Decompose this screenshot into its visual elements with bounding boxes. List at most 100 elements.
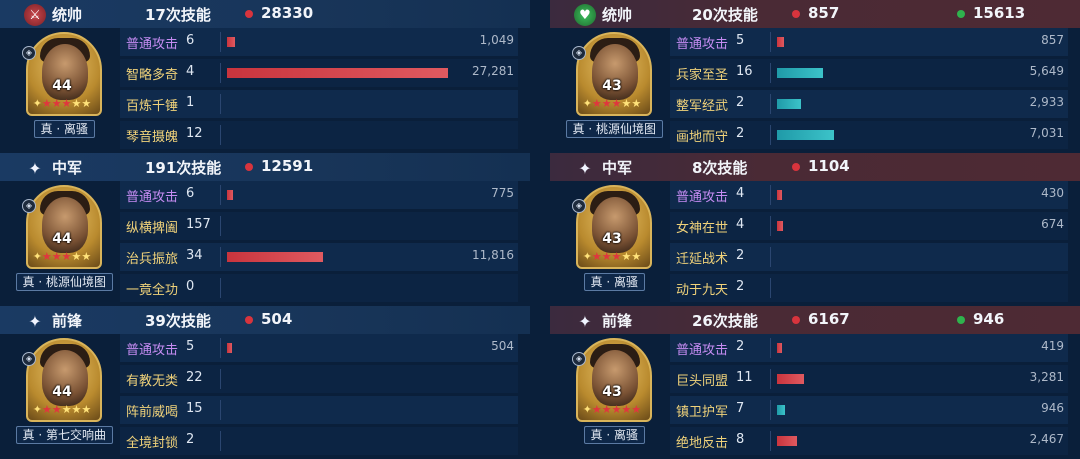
section-header: ⚔ 统帅 17次技能 28330 — [0, 0, 530, 28]
skill-row[interactable]: 普通攻击 6 1,049 — [120, 28, 518, 56]
general-portrait[interactable]: ◈ 43 ✦★★★★★ — [572, 185, 652, 269]
skill-name: 普通攻击 — [126, 343, 179, 358]
general-level: 44 — [52, 384, 72, 400]
skill-row[interactable]: 迁延战术 2 — [670, 243, 1068, 271]
skill-count: 8次技能 — [692, 159, 748, 177]
damage-bar — [227, 190, 233, 200]
skill-value: 430 — [1041, 186, 1064, 200]
skill-value: 775 — [491, 186, 514, 200]
damage-bar — [227, 68, 448, 78]
divider — [770, 431, 771, 451]
divider — [220, 278, 221, 298]
troop-type-icon: ◈ — [572, 46, 586, 60]
skill-uses: 11 — [736, 370, 753, 385]
divider — [770, 338, 771, 358]
team-section: ⚔ 统帅 17次技能 28330 ◈ 44 ✦★★★★★ 真 · 离骚 普通攻击 6 1,049 智略… — [0, 0, 530, 153]
skill-uses: 4 — [736, 217, 745, 232]
section-body: ◈ 43 ✦★★★★★ 真 · 桃源仙境图 普通攻击 5 857 兵家至圣 16 5,649 整军经… — [550, 28, 1080, 153]
damage-total: 12591 — [261, 157, 314, 175]
divider — [220, 32, 221, 52]
general-portrait[interactable]: ◈ 43 ✦★★★★★ — [572, 32, 652, 116]
damage-dot-icon — [792, 10, 800, 18]
skill-count: 26次技能 — [692, 312, 758, 330]
section-header: ✦ 中军 8次技能 1104 — [550, 153, 1080, 181]
skill-uses: 157 — [186, 217, 211, 232]
skill-name: 兵家至圣 — [676, 68, 729, 83]
skill-row[interactable]: 整军经武 2 2,933 — [670, 90, 1068, 118]
skill-list: 普通攻击 6 775 纵横捭阖 157 治兵振旅 34 11,816 一竟全功 0 — [120, 181, 520, 306]
role-label: 前锋 — [602, 312, 633, 330]
skill-value: 3,281 — [1029, 370, 1064, 384]
role-label: 前锋 — [52, 312, 83, 330]
section-header: ✦ 前锋 26次技能 6167 946 — [550, 306, 1080, 334]
damage-total: 28330 — [261, 4, 314, 22]
skill-name: 阵前威喝 — [126, 405, 179, 420]
heal-dot-icon — [957, 10, 965, 18]
skill-uses: 5 — [186, 339, 195, 354]
skill-row[interactable]: 女神在世 4 674 — [670, 212, 1068, 240]
divider — [770, 125, 771, 145]
general-portrait[interactable]: ◈ 44 ✦★★★★★ — [22, 32, 102, 116]
troop-type-icon: ◈ — [572, 199, 586, 213]
damage-bar — [777, 37, 784, 47]
skill-row[interactable]: 百炼千锤 1 — [120, 90, 518, 118]
skill-row[interactable]: 治兵振旅 34 11,816 — [120, 243, 518, 271]
role-label: 统帅 — [602, 6, 633, 24]
skill-uses: 0 — [186, 279, 195, 294]
section-header: ♥ 统帅 20次技能 857 15613 — [550, 0, 1080, 28]
skill-row[interactable]: 有教无类 22 — [120, 365, 518, 393]
damage-total: 1104 — [808, 157, 850, 175]
divider — [220, 338, 221, 358]
damage-bar — [777, 190, 782, 200]
skill-row[interactable]: 普通攻击 5 857 — [670, 28, 1068, 56]
skill-row[interactable]: 全境封锁 2 — [120, 427, 518, 455]
skill-row[interactable]: 普通攻击 5 504 — [120, 334, 518, 362]
damage-dot-icon — [245, 316, 253, 324]
skill-name: 迁延战术 — [676, 252, 729, 267]
damage-total: 857 — [808, 4, 840, 22]
heal-total: 15613 — [973, 4, 1026, 22]
season-tag: 真 · 离骚 — [583, 426, 645, 444]
skill-row[interactable]: 画地而守 2 7,031 — [670, 121, 1068, 149]
skill-count: 39次技能 — [145, 312, 211, 330]
skill-row[interactable]: 普通攻击 2 419 — [670, 334, 1068, 362]
skill-row[interactable]: 智略多奇 4 27,281 — [120, 59, 518, 87]
skill-row[interactable]: 绝地反击 8 2,467 — [670, 427, 1068, 455]
skill-value: 2,933 — [1029, 95, 1064, 109]
general-portrait[interactable]: ◈ 43 ✦★★★★★ — [572, 338, 652, 422]
skill-uses: 7 — [736, 401, 745, 416]
skill-row[interactable]: 动于九天 2 — [670, 274, 1068, 302]
skill-row[interactable]: 巨头同盟 11 3,281 — [670, 365, 1068, 393]
sword-emblem-icon: ⚔ — [24, 4, 46, 26]
section-header: ✦ 中军 191次技能 12591 — [0, 153, 530, 181]
season-tag: 真 · 离骚 — [33, 120, 95, 138]
skill-row[interactable]: 普通攻击 4 430 — [670, 181, 1068, 209]
team-section: ✦ 前锋 26次技能 6167 946 ◈ 43 ✦★★★★★ 真 · 离骚 普通攻击 2 419 巨头… — [550, 306, 1080, 459]
general-portrait[interactable]: ◈ 44 ✦★★★★★ — [22, 338, 102, 422]
skill-value: 5,649 — [1029, 64, 1064, 78]
skill-row[interactable]: 阵前威喝 15 — [120, 396, 518, 424]
skill-row[interactable]: 琴音摄魄 12 — [120, 121, 518, 149]
skill-uses: 6 — [186, 33, 195, 48]
skill-row[interactable]: 兵家至圣 16 5,649 — [670, 59, 1068, 87]
section-header: ✦ 前锋 39次技能 504 — [0, 306, 530, 334]
skill-row[interactable]: 镇卫护军 7 946 — [670, 396, 1068, 424]
skill-row[interactable]: 纵横捭阖 157 — [120, 212, 518, 240]
role-label: 中军 — [602, 159, 633, 177]
divider — [220, 63, 221, 83]
section-body: ◈ 44 ✦★★★★★ 真 · 离骚 普通攻击 6 1,049 智略多奇 4 27,281 百炼千锤… — [0, 28, 530, 153]
skill-uses: 1 — [186, 95, 195, 110]
divider — [770, 278, 771, 298]
damage-total: 6167 — [808, 310, 850, 328]
troop-type-icon: ◈ — [22, 199, 36, 213]
general-portrait[interactable]: ◈ 44 ✦★★★★★ — [22, 185, 102, 269]
skill-row[interactable]: 普通攻击 6 775 — [120, 181, 518, 209]
skill-row[interactable]: 一竟全功 0 — [120, 274, 518, 302]
skill-uses: 15 — [186, 401, 203, 416]
skill-value: 2,467 — [1029, 432, 1064, 446]
star-rating: ✦★★★★★ — [32, 250, 92, 263]
skill-name: 治兵振旅 — [126, 252, 179, 267]
damage-total: 504 — [261, 310, 293, 328]
skill-uses: 2 — [736, 339, 745, 354]
skill-name: 画地而守 — [676, 130, 729, 145]
